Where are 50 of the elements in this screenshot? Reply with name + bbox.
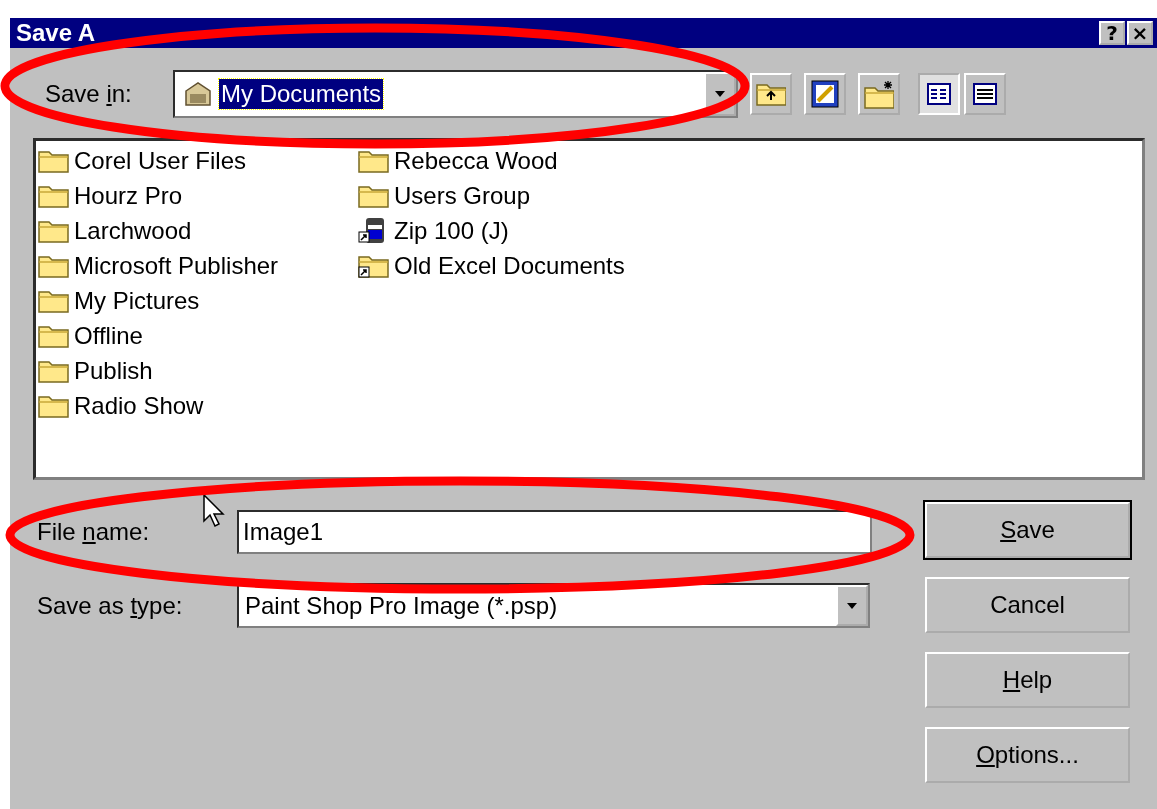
file-item[interactable]: Larchwood xyxy=(38,213,358,248)
file-name-label: File name: xyxy=(37,518,151,546)
file-name-field[interactable]: Image1 xyxy=(237,510,872,554)
file-item[interactable]: Corel User Files xyxy=(38,143,358,178)
file-name: Rebecca Wood xyxy=(394,146,558,175)
save-as-type-value: Paint Shop Pro Image (*.psp) xyxy=(244,590,559,621)
file-item[interactable]: Zip 100 (J) xyxy=(358,213,678,248)
save-in-dropdown[interactable]: My Documents xyxy=(173,70,738,118)
documents-folder-icon xyxy=(183,81,213,107)
file-name: Radio Show xyxy=(74,391,204,420)
list-view-icon xyxy=(926,82,952,106)
file-name: Publish xyxy=(74,356,153,385)
desktop-icon xyxy=(810,79,840,109)
help-button[interactable]: ? xyxy=(1099,21,1125,45)
file-name: My Pictures xyxy=(74,286,200,315)
file-item[interactable]: Old Excel Documents xyxy=(358,248,678,283)
file-name: Zip 100 (J) xyxy=(394,216,509,245)
window-title: Save A xyxy=(16,18,96,48)
save-in-label: Save in: xyxy=(45,80,133,108)
dialog-button[interactable]: Help xyxy=(925,652,1130,708)
dialog-button[interactable]: Cancel xyxy=(925,577,1130,633)
file-item[interactable]: Publish xyxy=(38,353,358,388)
dialog-button[interactable]: Save xyxy=(925,502,1130,558)
dialog-button[interactable]: Options... xyxy=(925,727,1130,783)
file-item[interactable]: Radio Show xyxy=(38,388,358,423)
up-folder-button[interactable] xyxy=(750,73,792,115)
file-name: Hourz Pro xyxy=(74,181,183,210)
desktop-button[interactable] xyxy=(804,73,846,115)
file-name: Users Group xyxy=(394,181,531,210)
file-item[interactable]: Users Group xyxy=(358,178,678,213)
cursor-icon xyxy=(203,494,225,528)
details-view-icon xyxy=(972,82,998,106)
dropdown-button[interactable] xyxy=(836,585,868,626)
file-item[interactable]: Rebecca Wood xyxy=(358,143,678,178)
details-view-button[interactable] xyxy=(964,73,1006,115)
save-as-type-label: Save as type: xyxy=(37,591,184,620)
file-name: Microsoft Publisher xyxy=(74,251,279,280)
file-name: Old Excel Documents xyxy=(394,251,625,280)
file-name: Larchwood xyxy=(74,216,192,245)
file-name: Offline xyxy=(74,321,143,350)
new-folder-icon xyxy=(864,79,894,109)
save-in-value: My Documents xyxy=(219,79,384,109)
new-folder-button[interactable] xyxy=(858,73,900,115)
close-button[interactable]: × xyxy=(1127,21,1153,45)
file-name: Corel User Files xyxy=(74,146,247,175)
file-item[interactable]: Offline xyxy=(38,318,358,353)
file-item[interactable]: My Pictures xyxy=(38,283,358,318)
file-item[interactable]: Hourz Pro xyxy=(38,178,358,213)
list-view-button[interactable] xyxy=(918,73,960,115)
file-item[interactable]: Microsoft Publisher xyxy=(38,248,358,283)
